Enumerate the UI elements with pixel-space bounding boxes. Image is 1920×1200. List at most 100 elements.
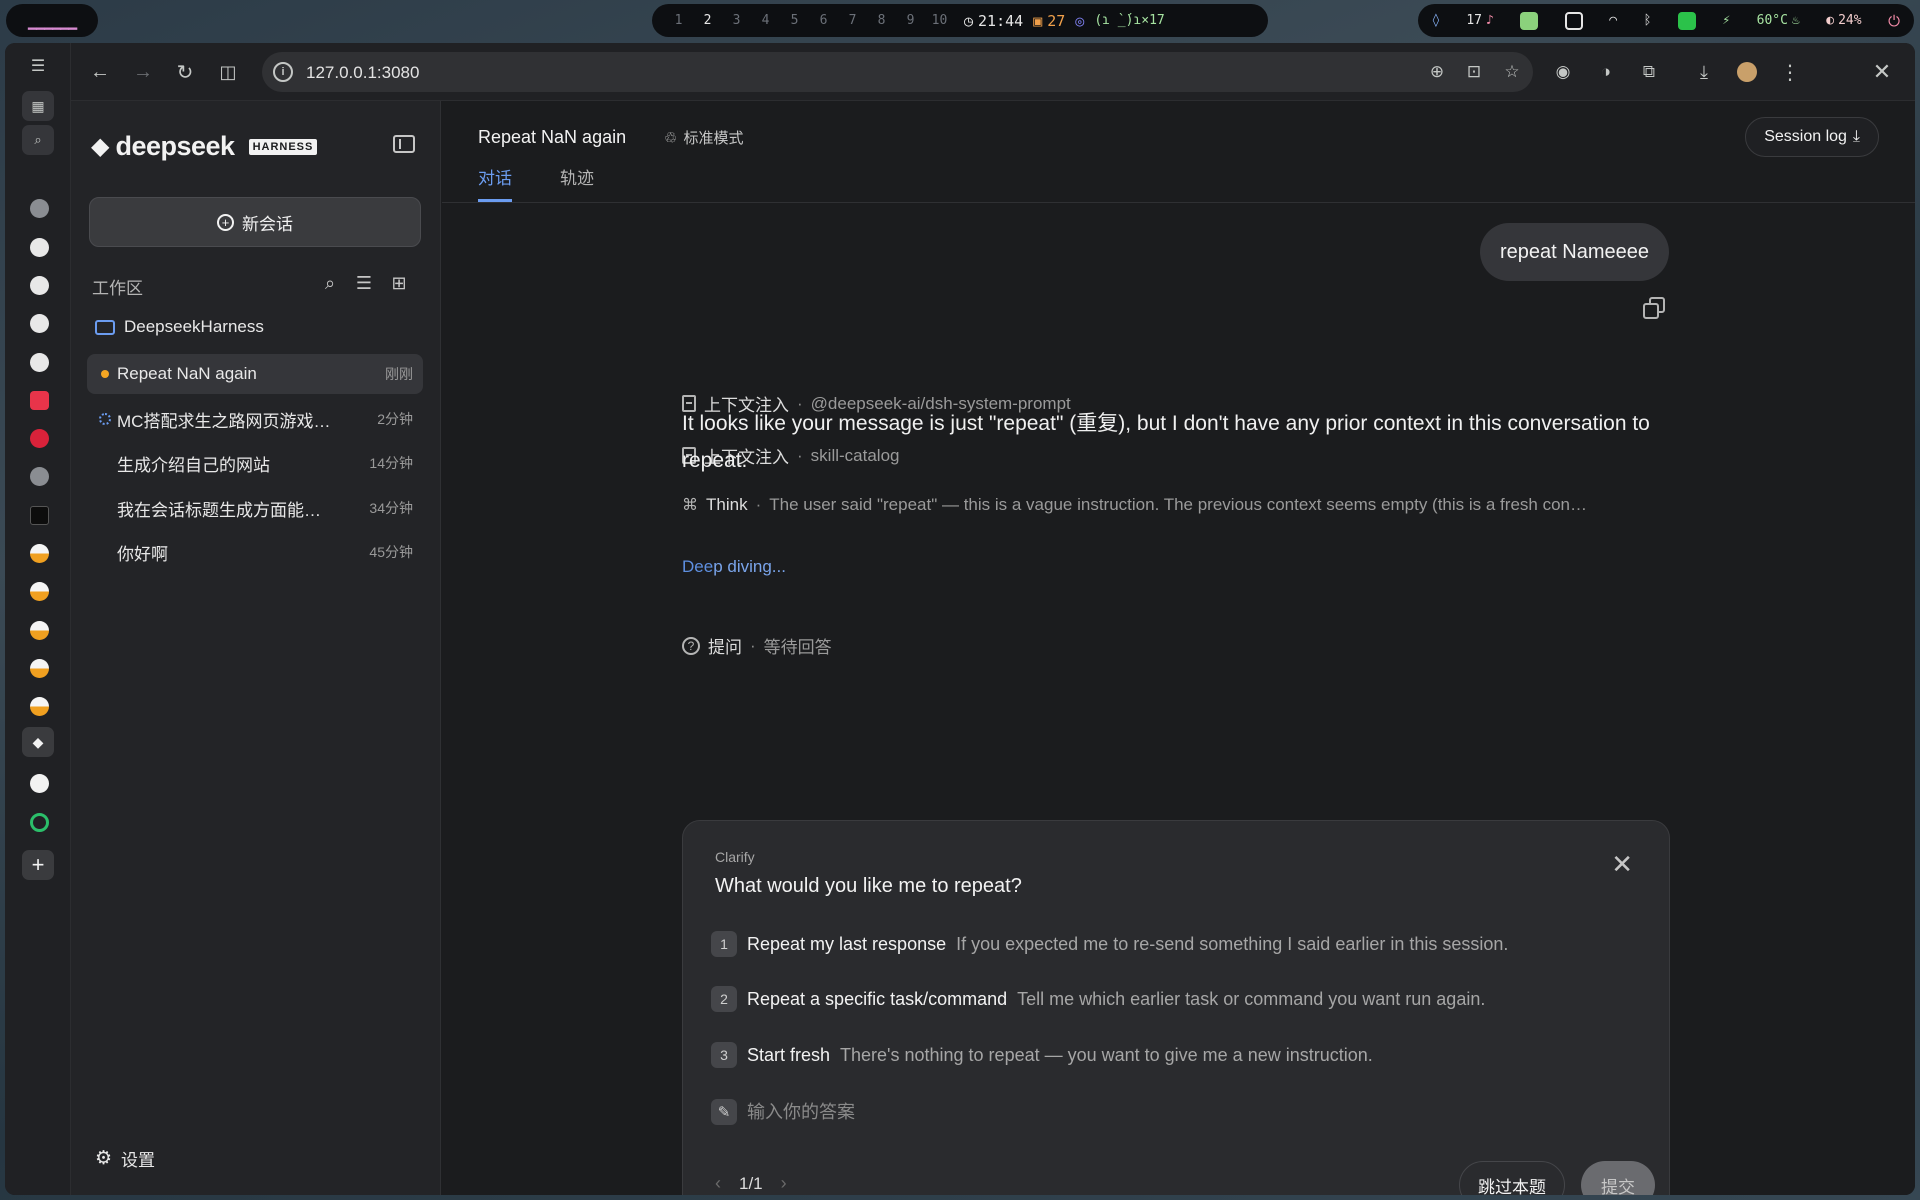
browser-menu-icon[interactable]: ⋮: [1775, 57, 1805, 87]
app-tab-icon[interactable]: [30, 544, 49, 563]
workspace-3[interactable]: 3: [722, 13, 751, 28]
skip-button[interactable]: 跳过本题: [1459, 1161, 1565, 1195]
openai-tab-icon[interactable]: [30, 238, 49, 257]
app-tab-icon[interactable]: [30, 697, 49, 716]
session-item[interactable]: 你好啊 45分钟: [87, 532, 423, 572]
app-tab-icon[interactable]: [30, 621, 49, 640]
workspace-8[interactable]: 8: [867, 13, 896, 28]
main-panel: Repeat NaN again ♲ 标准模式 对话 轨迹 Session lo…: [442, 101, 1915, 1195]
back-arrow-icon[interactable]: ←: [85, 57, 115, 87]
new-tab-plus-icon[interactable]: +: [22, 850, 54, 880]
workspace-bar: 1 2 3 4 5 6 7 8 9 10 ◷ 21:44 ▣ 27 ◎ (ɿ ̀…: [652, 4, 1268, 37]
cat-app-icon[interactable]: [1520, 11, 1539, 30]
sidebar-collapse-icon[interactable]: [393, 135, 415, 153]
workspace-7[interactable]: 7: [838, 13, 867, 28]
bookmark-star-icon[interactable]: ☆: [1500, 60, 1524, 84]
tab-groups-icon[interactable]: ▦: [22, 91, 54, 121]
avatar[interactable]: [1732, 57, 1762, 87]
wechat-icon[interactable]: [1677, 11, 1696, 30]
zoom-icon[interactable]: ⊕: [1425, 60, 1449, 84]
settings-label: 设置: [121, 1151, 156, 1170]
globe-tab-icon[interactable]: [30, 199, 49, 218]
session-item[interactable]: 我在会话标题生成方面能… 34分钟: [87, 488, 423, 528]
forward-arrow-icon[interactable]: →: [128, 57, 158, 87]
recycle-tab-icon[interactable]: [30, 813, 49, 832]
answer-input[interactable]: [747, 1101, 1447, 1123]
expand-tabs-icon[interactable]: ☰: [22, 51, 54, 81]
copy-icon[interactable]: [1643, 297, 1665, 319]
music-tab-icon[interactable]: [30, 429, 49, 448]
extensions-icon[interactable]: ⧉: [1634, 57, 1664, 87]
reload-icon[interactable]: ↻: [170, 57, 200, 87]
openai-tab-icon[interactable]: [30, 353, 49, 372]
close-window-icon[interactable]: ✕: [1867, 57, 1897, 87]
session-item[interactable]: 生成介绍自己的网站 14分钟: [87, 443, 423, 483]
notifications[interactable]: 17 ♪: [1466, 13, 1493, 28]
tab-trace[interactable]: 轨迹: [560, 164, 594, 199]
session-log-button[interactable]: Session log ⤓: [1745, 117, 1879, 157]
chat-header: Repeat NaN again ♲ 标准模式 对话 轨迹 Session lo…: [442, 101, 1915, 203]
app-tab-icon[interactable]: [30, 659, 49, 678]
wifi-icon[interactable]: ◠: [1609, 13, 1617, 28]
app-tab-icon[interactable]: [30, 506, 49, 525]
download-icon[interactable]: ⤓: [1689, 57, 1719, 87]
launcher-pill[interactable]: ▁▁▁▁▁▁: [6, 4, 98, 37]
clarify-option[interactable]: 3 Start fresh There's nothing to repeat …: [711, 1042, 1373, 1068]
dark-mode-icon[interactable]: ◑: [1591, 57, 1621, 87]
plug-icon: ⚡: [1722, 13, 1731, 28]
session-item[interactable]: MC搭配求生之路网页游戏… 2分钟: [87, 399, 423, 439]
workspace-5[interactable]: 5: [780, 13, 809, 28]
submit-button[interactable]: 提交: [1581, 1161, 1655, 1195]
incognito-icon[interactable]: ◉: [1548, 57, 1578, 87]
chevron-left-icon[interactable]: ‹: [715, 1173, 721, 1194]
session-item[interactable]: Repeat NaN again 刚刚: [87, 354, 423, 394]
system-tray: ◊ 17 ♪ ◠ ᛒ ⚡ 60°C ♨ ◐ 24% ⏻: [1418, 4, 1914, 37]
kaomoji-counter: (ɿ ̀_́)ɿ×17: [1094, 13, 1165, 28]
install-app-icon[interactable]: ⊡: [1462, 60, 1486, 84]
search-icon[interactable]: ⌕: [318, 271, 342, 295]
session-time: 2分钟: [377, 411, 413, 427]
assistant-answer: It looks like your message is just "repe…: [682, 412, 1650, 472]
battery: ◐ 24%: [1826, 13, 1862, 28]
new-folder-icon[interactable]: ⊞: [387, 271, 411, 295]
clarify-option[interactable]: 1 Repeat my last response If you expecte…: [711, 931, 1508, 957]
workspace-folder[interactable]: DeepseekHarness: [95, 317, 264, 337]
openai-tab-icon[interactable]: [30, 314, 49, 333]
temperature: 60°C ♨: [1756, 13, 1800, 28]
clarify-option[interactable]: 2 Repeat a specific task/command Tell me…: [711, 986, 1485, 1012]
workspace-4[interactable]: 4: [751, 13, 780, 28]
url-text[interactable]: 127.0.0.1:3080: [306, 63, 419, 83]
address-bar[interactable]: i 127.0.0.1:3080 ⊕ ⊡ ☆: [262, 52, 1533, 92]
tab-search-icon[interactable]: ⌕: [22, 125, 54, 155]
brand-logo: ◆ deepseek HARNESS: [91, 131, 318, 162]
workspace-6[interactable]: 6: [809, 13, 838, 28]
bluetooth-icon[interactable]: ᛒ: [1644, 13, 1652, 28]
split-view-icon[interactable]: ◫: [213, 57, 243, 87]
new-chat-button[interactable]: + 新会话: [89, 197, 421, 247]
custom-answer-row: ✎: [711, 1099, 1447, 1125]
globe-tab-icon[interactable]: [30, 467, 49, 486]
site-info-icon[interactable]: i: [273, 62, 293, 82]
mode-indicator[interactable]: ♲ 标准模式: [664, 127, 743, 148]
keyboard-icon[interactable]: [1564, 11, 1583, 30]
workspace-2[interactable]: 2: [693, 13, 722, 28]
deepseek-tab-icon[interactable]: ◆: [22, 727, 54, 757]
eye-off-icon[interactable]: ◎: [1075, 12, 1084, 30]
power-icon[interactable]: ⏻: [1888, 12, 1900, 30]
openai-tab-icon[interactable]: [30, 276, 49, 295]
workspace-10[interactable]: 10: [925, 13, 954, 28]
app-tab-icon[interactable]: [30, 582, 49, 601]
github-tab-icon[interactable]: [30, 774, 49, 793]
mode-icon: ♲: [664, 129, 678, 147]
settings-button[interactable]: ⚙ 设置: [95, 1146, 155, 1171]
question-pager: ‹ 1/1 ›: [715, 1173, 787, 1194]
workspace-9[interactable]: 9: [896, 13, 925, 28]
filter-icon[interactable]: ☰: [352, 271, 376, 295]
vertical-tab-strip: ☰ ▦ ⌕ ◆ +: [5, 43, 71, 1195]
close-icon[interactable]: ✕: [1611, 851, 1633, 877]
tab-conversation[interactable]: 对话: [478, 164, 512, 202]
think-step[interactable]: ⌘ Think · The user said "repeat" — this …: [682, 495, 1587, 515]
code-tab-icon[interactable]: [30, 391, 49, 410]
chevron-right-icon[interactable]: ›: [781, 1173, 787, 1194]
workspace-1[interactable]: 1: [664, 13, 693, 28]
